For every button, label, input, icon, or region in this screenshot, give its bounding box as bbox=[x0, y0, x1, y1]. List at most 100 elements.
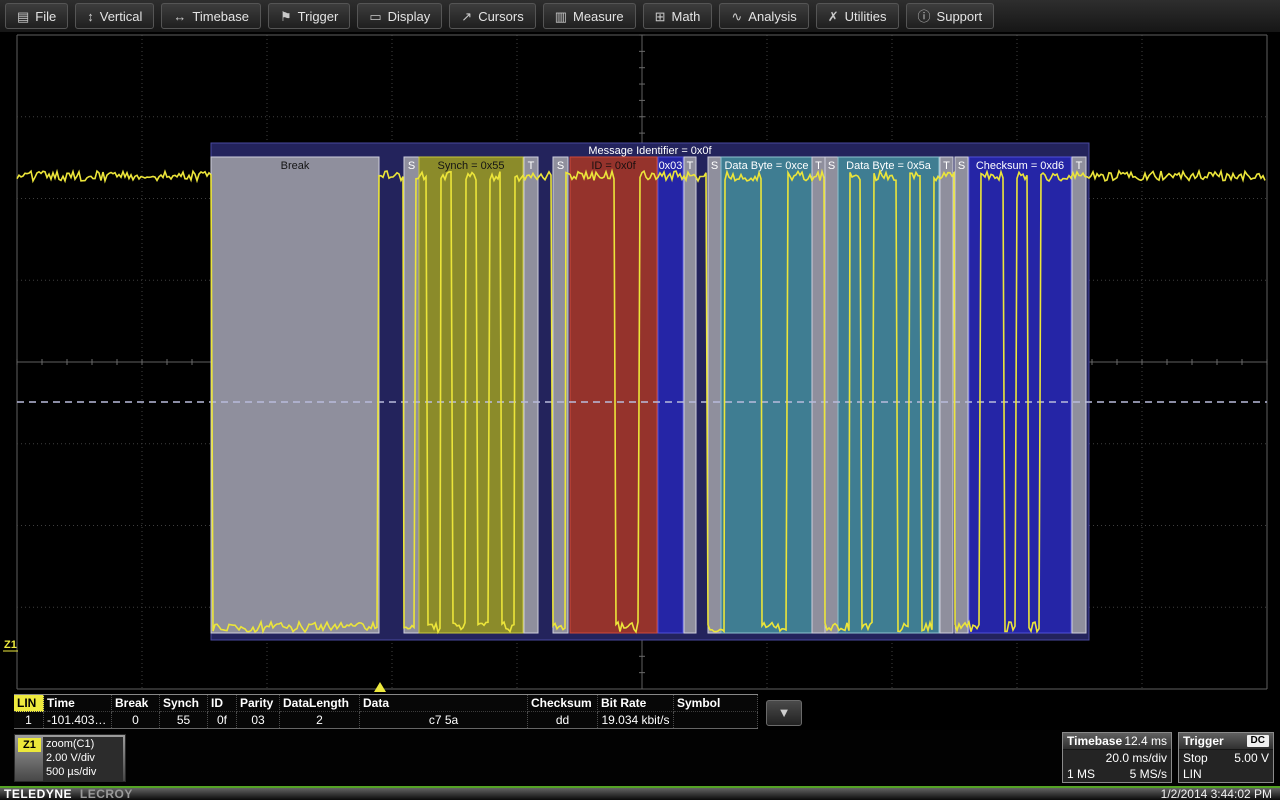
menu-label-vertical: Vertical bbox=[100, 9, 143, 24]
table-header-checksum: Checksum bbox=[528, 695, 598, 712]
decode-segment-blue bbox=[658, 157, 683, 633]
decode-segment-label: T bbox=[528, 160, 535, 172]
utilities-icon: ✗ bbox=[828, 10, 839, 23]
decode-segment-label: T bbox=[815, 160, 822, 172]
decode-segment-label: S bbox=[958, 160, 965, 172]
table-cell-lin: 1 bbox=[14, 712, 44, 728]
timebase-per-div-value: 20.0 ms/div bbox=[1106, 750, 1167, 766]
menu-button-trigger[interactable]: ⚑Trigger bbox=[268, 3, 350, 29]
decode-segment-label: 0x03 bbox=[659, 160, 683, 172]
menu-button-analysis[interactable]: ∿ Analysis bbox=[719, 3, 808, 29]
menu-button-math[interactable]: ⊞ Math bbox=[643, 3, 713, 29]
clock-datetime: 1/2/2014 3:44:02 PM bbox=[1161, 787, 1272, 800]
menu-label-analysis: Analysis bbox=[748, 9, 796, 24]
lin-decode-table: LINTimeBreakSynchIDParityDataLengthDataC… bbox=[14, 694, 758, 729]
table-cell-checksum: dd bbox=[528, 712, 598, 728]
table-header-datalength: DataLength bbox=[280, 695, 360, 712]
footer-bar: TELEDYNE LECROY 1/2/2014 3:44:02 PM bbox=[0, 788, 1280, 800]
decode-segment-marker bbox=[708, 157, 721, 633]
decode-segment-marker bbox=[825, 157, 838, 633]
table-scroll-down-button[interactable]: ▼ bbox=[766, 700, 802, 726]
decode-segment-gray bbox=[211, 157, 379, 633]
timebase-per-div: 20.0 ms/div bbox=[1063, 750, 1171, 766]
menu-label-math: Math bbox=[671, 9, 700, 24]
brand-teledyne: TELEDYNE bbox=[4, 787, 72, 800]
menu-button-support[interactable]: ⓘSupport bbox=[906, 3, 995, 29]
timebase-samples: 1 MS bbox=[1067, 766, 1095, 782]
menu-label-trigger: Trigger bbox=[298, 9, 339, 24]
menu-button-timebase[interactable]: ↔Timebase bbox=[161, 3, 261, 29]
table-cell-symbol bbox=[674, 712, 758, 728]
decode-segment-label: Data Byte = 0x5a bbox=[846, 160, 932, 172]
timebase-rate: 5 MS/s bbox=[1130, 766, 1167, 782]
decode-table-header-row: LINTimeBreakSynchIDParityDataLengthDataC… bbox=[14, 695, 758, 712]
math-icon: ⊞ bbox=[655, 10, 666, 23]
trigger-status-box[interactable]: Trigger DC Stop 5.00 V LIN bbox=[1178, 732, 1274, 783]
table-cell-break: 0 bbox=[112, 712, 160, 728]
analysis-icon: ∿ bbox=[731, 10, 742, 23]
decode-segment-label: S bbox=[557, 160, 564, 172]
decode-segment-label: S bbox=[408, 160, 415, 172]
table-header-lin: LIN bbox=[14, 695, 44, 712]
timebase-offset: 12.4 ms bbox=[1124, 734, 1167, 748]
brand-lecroy: LECROY bbox=[80, 787, 133, 800]
trace-label-z1[interactable]: Z1 bbox=[4, 639, 17, 651]
decode-segment-teal bbox=[721, 157, 812, 633]
trigger-source-line: LIN bbox=[1179, 766, 1273, 782]
table-cell-id: 0f bbox=[208, 712, 237, 728]
menu-button-file[interactable]: ▤File bbox=[5, 3, 68, 29]
decode-segment-marker bbox=[1072, 157, 1086, 633]
decode-segment-marker bbox=[684, 157, 696, 633]
scope-display-area: Message Identifier = 0x0fBreakSSynch = 0… bbox=[0, 33, 1280, 693]
timebase-label: Timebase bbox=[1067, 734, 1122, 748]
measure-icon: ▥ bbox=[555, 10, 567, 23]
menu-label-display: Display bbox=[388, 9, 431, 24]
trigger-header: Trigger DC bbox=[1179, 733, 1273, 750]
table-cell-time: -101.403… bbox=[44, 712, 112, 728]
table-header-break: Break bbox=[112, 695, 160, 712]
menu-button-display[interactable]: ▭Display bbox=[357, 3, 442, 29]
menu-button-measure[interactable]: ▥ Measure bbox=[543, 3, 636, 29]
vertical-icon: ↕ bbox=[87, 10, 94, 23]
decode-segment-blue bbox=[969, 157, 1071, 633]
table-header-data: Data bbox=[360, 695, 528, 712]
menu-label-cursors: Cursors bbox=[478, 9, 524, 24]
menu-button-utilities[interactable]: ✗ Utilities bbox=[816, 3, 899, 29]
menu-label-utilities: Utilities bbox=[845, 9, 887, 24]
z1-descriptor-panel: zoom(C1) 2.00 V/div 500 µs/div bbox=[43, 737, 123, 781]
oscilloscope-app: ▤File ↕ Vertical ↔Timebase ⚑Trigger ▭Display ↗… bbox=[0, 0, 1280, 800]
decode-segment-label: ID = 0x0f bbox=[591, 160, 636, 172]
table-cell-data: c7 5a bbox=[360, 712, 528, 728]
menu-label-measure: Measure bbox=[573, 9, 624, 24]
menu-label-support: Support bbox=[937, 9, 983, 24]
decode-segment-marker bbox=[940, 157, 953, 633]
timebase-status-box[interactable]: Timebase 12.4 ms 20.0 ms/div 1 MS 5 MS/s bbox=[1062, 732, 1172, 783]
waveform-display: Message Identifier = 0x0fBreakSSynch = 0… bbox=[0, 33, 1280, 693]
table-cell-datalength: 2 bbox=[280, 712, 360, 728]
trigger-coupling-badge: DC bbox=[1247, 735, 1269, 747]
trigger-level: 5.00 V bbox=[1234, 750, 1269, 766]
decode-segment-label: T bbox=[687, 160, 694, 172]
table-cell-bit-rate: 19.034 kbit/s bbox=[598, 712, 674, 728]
timebase-header: Timebase 12.4 ms bbox=[1063, 733, 1171, 750]
menu-button-vertical[interactable]: ↕ Vertical bbox=[75, 3, 154, 29]
trigger-label: Trigger bbox=[1183, 734, 1224, 748]
decode-segment-label: T bbox=[943, 160, 950, 172]
table-header-time: Time bbox=[44, 695, 112, 712]
chevron-down-icon: ▼ bbox=[778, 705, 791, 720]
decode-segment-marker bbox=[812, 157, 825, 633]
trigger-position-marker[interactable] bbox=[374, 682, 386, 692]
brand-logo: TELEDYNE LECROY bbox=[4, 787, 133, 800]
decode-segment-teal bbox=[838, 157, 939, 633]
top-menu-bar: ▤File ↕ Vertical ↔Timebase ⚑Trigger ▭Display ↗… bbox=[0, 0, 1280, 33]
table-header-synch: Synch bbox=[160, 695, 208, 712]
menu-label-timebase: Timebase bbox=[192, 9, 249, 24]
menu-label-file: File bbox=[35, 9, 56, 24]
decode-segment-marker bbox=[524, 157, 538, 633]
decode-segment-olive bbox=[419, 157, 523, 633]
menu-button-cursors[interactable]: ↗ Cursors bbox=[449, 3, 535, 29]
z1-trace-descriptor[interactable]: Z1 zoom(C1) 2.00 V/div 500 µs/div bbox=[14, 734, 126, 782]
decode-segment-marker bbox=[404, 157, 419, 633]
decode-segment-label: T bbox=[1076, 160, 1083, 172]
cursors-icon: ↗ bbox=[461, 10, 472, 23]
